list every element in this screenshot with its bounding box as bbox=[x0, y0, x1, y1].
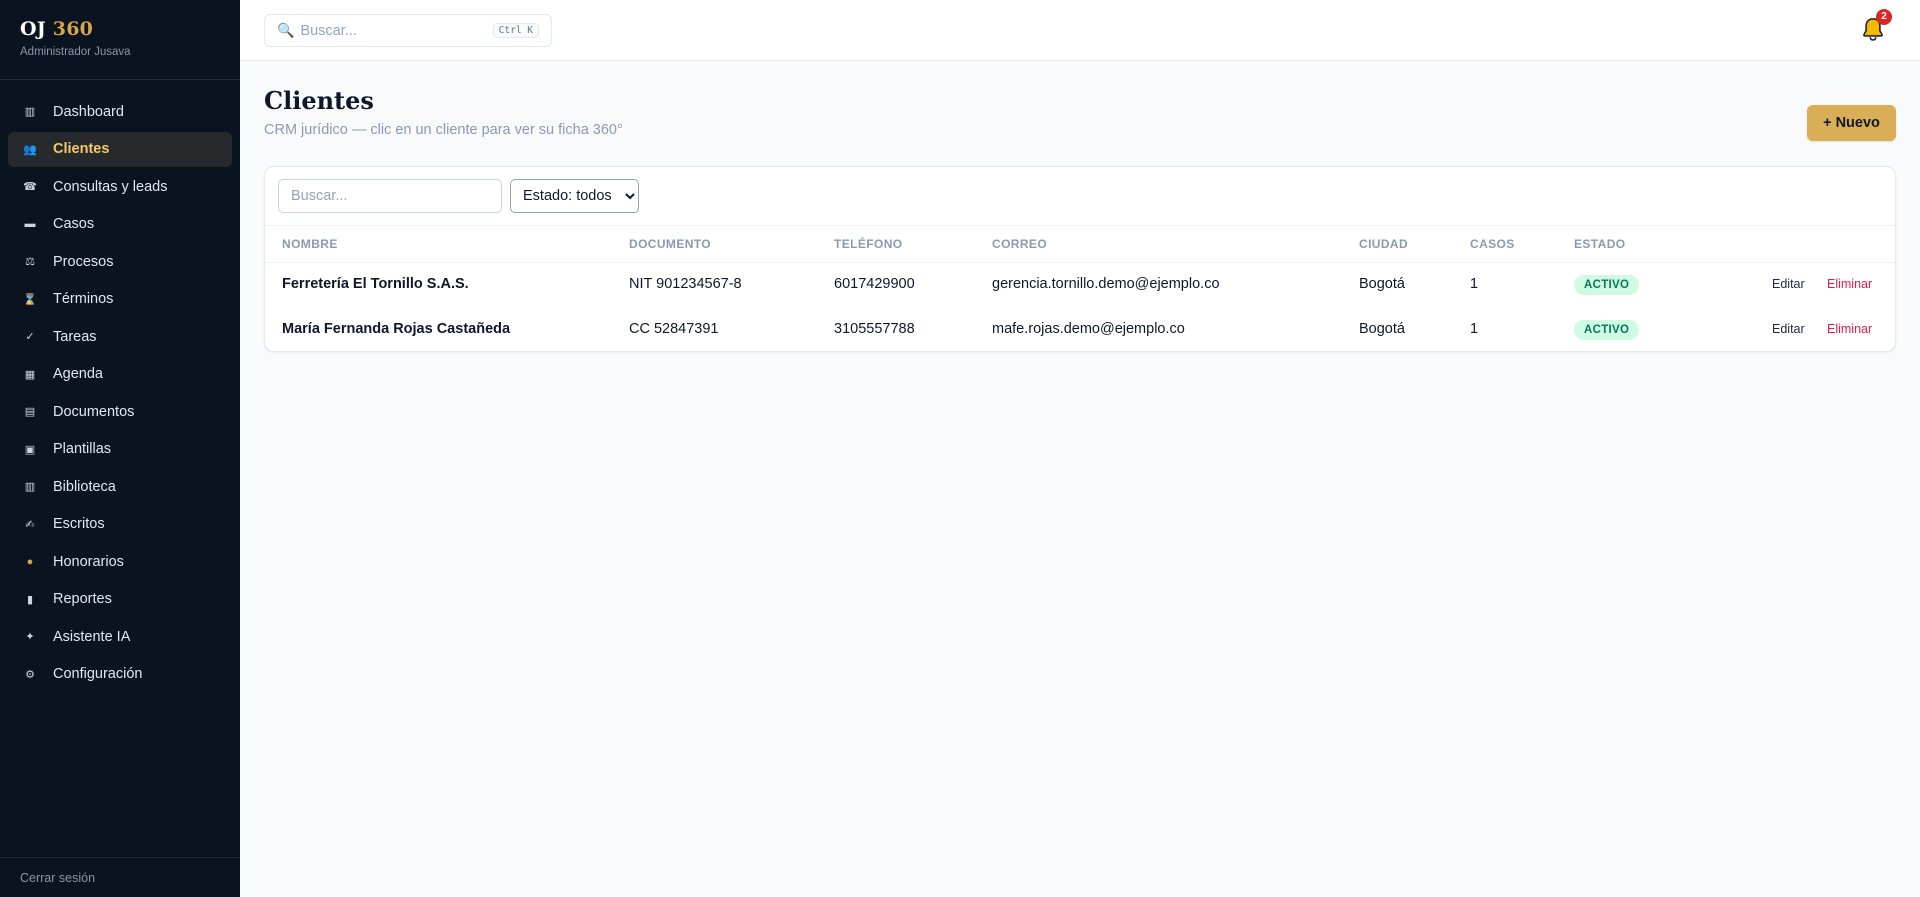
status-badge: ACTIVO bbox=[1574, 320, 1640, 340]
sidebar-item-label: Asistente IA bbox=[53, 628, 131, 645]
client-document: CC 52847391 bbox=[629, 321, 719, 337]
sidebar-item-label: Términos bbox=[53, 291, 114, 307]
logo-text: OJ bbox=[20, 18, 46, 40]
page-title: Clientes bbox=[264, 86, 374, 115]
sidebar-item-honorarios[interactable]: ● Honorarios bbox=[8, 544, 232, 579]
sidebar: OJ 360 Administrador Jusava ▥ Dashboard 👥… bbox=[0, 0, 240, 897]
sidebar-item-label: Casos bbox=[53, 216, 95, 232]
hourglass-icon: ⌛ bbox=[23, 293, 37, 306]
sidebar-item-clientes[interactable]: 👥 Clientes bbox=[8, 131, 232, 167]
clipboard-icon: ▣ bbox=[24, 443, 36, 456]
global-search-input[interactable] bbox=[300, 22, 493, 39]
bar-chart-icon: ▮ bbox=[26, 593, 34, 606]
calendar-icon: ▦ bbox=[24, 368, 36, 381]
column-header-casos[interactable]: CASOS bbox=[1470, 237, 1515, 251]
edit-button[interactable]: Editar bbox=[1772, 277, 1805, 291]
column-header-ciudad[interactable]: CIUDAD bbox=[1359, 237, 1408, 251]
gear-icon: ⚙ bbox=[25, 668, 35, 681]
client-city: Bogotá bbox=[1359, 276, 1405, 292]
sidebar-item-biblioteca[interactable]: ▥ Biblioteca bbox=[8, 469, 232, 504]
client-phone: 3105557788 bbox=[834, 321, 915, 337]
dashboard-icon: ▥ bbox=[24, 106, 36, 118]
sidebar-item-label: Tareas bbox=[53, 328, 97, 345]
table-row[interactable]: Ferretería El Tornillo S.A.S. NIT 901234… bbox=[265, 263, 1895, 308]
sidebar-item-label: Documentos bbox=[53, 403, 135, 420]
sidebar-item-plantillas[interactable]: ▣ Plantillas bbox=[8, 432, 232, 467]
global-search[interactable]: 🔍 Ctrl K bbox=[264, 14, 552, 47]
client-name[interactable]: María Fernanda Rojas Castañeda bbox=[282, 321, 510, 337]
sidebar-item-label: Configuración bbox=[53, 666, 143, 682]
column-header-estado[interactable]: ESTADO bbox=[1574, 237, 1626, 251]
clients-card: Estado: todos NOMBRE DOCUMENTO TELÉFONO … bbox=[264, 166, 1896, 352]
sidebar-nav: ▥ Dashboard 👥 Clientes ☎ Consultas y leads … bbox=[0, 80, 240, 692]
sparkle-icon: ✦ bbox=[25, 631, 35, 643]
delete-button[interactable]: Eliminar bbox=[1827, 322, 1872, 336]
clients-search-input[interactable] bbox=[278, 179, 502, 213]
phone-icon: ☎ bbox=[23, 181, 37, 193]
column-header-correo[interactable]: CORREO bbox=[992, 237, 1047, 251]
client-phone: 6017429900 bbox=[834, 276, 915, 292]
column-header-documento[interactable]: DOCUMENTO bbox=[629, 237, 711, 251]
app-logo[interactable]: OJ 360 bbox=[20, 18, 220, 40]
edit-button[interactable]: Editar bbox=[1772, 322, 1805, 336]
sidebar-item-terminos[interactable]: ⌛ Términos bbox=[8, 282, 232, 317]
sidebar-item-consultas[interactable]: ☎ Consultas y leads bbox=[8, 169, 232, 204]
sidebar-item-documentos[interactable]: ▤ Documentos bbox=[8, 394, 232, 429]
brand: OJ 360 Administrador Jusava bbox=[0, 0, 240, 80]
client-name[interactable]: Ferretería El Tornillo S.A.S. bbox=[282, 276, 469, 292]
sidebar-item-escritos[interactable]: ✍ Escritos bbox=[8, 507, 232, 542]
new-client-button[interactable]: + Nuevo bbox=[1807, 105, 1896, 141]
column-header-telefono[interactable]: TELÉFONO bbox=[834, 237, 903, 251]
sidebar-item-label: Clientes bbox=[53, 141, 110, 157]
sidebar-item-asistente-ia[interactable]: ✦ Asistente IA bbox=[8, 619, 232, 654]
client-email: mafe.rojas.demo@ejemplo.co bbox=[992, 321, 1185, 337]
scales-icon: ⚖ bbox=[25, 256, 35, 268]
sidebar-item-label: Reportes bbox=[53, 591, 112, 607]
topbar: 🔍 Ctrl K 2 bbox=[240, 0, 1920, 61]
logo-accent: 360 bbox=[52, 18, 94, 40]
page-subtitle: CRM jurídico — clic en un cliente para v… bbox=[264, 122, 623, 138]
table-row[interactable]: María Fernanda Rojas Castañeda CC 528473… bbox=[265, 308, 1895, 353]
sidebar-item-label: Agenda bbox=[53, 366, 103, 382]
sidebar-item-procesos[interactable]: ⚖ Procesos bbox=[8, 244, 232, 279]
money-bag-icon: ● bbox=[26, 555, 34, 568]
divider bbox=[265, 225, 1895, 226]
delete-button[interactable]: Eliminar bbox=[1827, 277, 1872, 291]
client-city: Bogotá bbox=[1359, 321, 1405, 337]
sidebar-item-configuracion[interactable]: ⚙ Configuración bbox=[8, 657, 232, 692]
client-cases-count: 1 bbox=[1470, 276, 1479, 292]
sidebar-item-label: Procesos bbox=[53, 253, 114, 270]
writing-hand-icon: ✍ bbox=[25, 518, 35, 531]
sidebar-item-casos[interactable]: ▬ Casos bbox=[8, 207, 232, 242]
user-role: Administrador Jusava bbox=[20, 46, 131, 58]
document-icon: ▤ bbox=[24, 406, 36, 418]
checkmark-icon: ✓ bbox=[25, 331, 35, 343]
sidebar-item-agenda[interactable]: ▦ Agenda bbox=[8, 357, 232, 392]
status-badge: ACTIVO bbox=[1574, 275, 1640, 295]
sidebar-item-label: Dashboard bbox=[53, 103, 124, 120]
sidebar-item-label: Honorarios bbox=[53, 553, 124, 570]
client-email: gerencia.tornillo.demo@ejemplo.co bbox=[992, 276, 1220, 292]
shortcut-hint: Ctrl K bbox=[492, 23, 539, 38]
users-icon: 👥 bbox=[23, 143, 37, 156]
status-filter-select[interactable]: Estado: todos bbox=[510, 179, 639, 213]
books-icon: ▥ bbox=[24, 481, 36, 493]
sidebar-item-label: Consultas y leads bbox=[53, 178, 168, 195]
column-header-nombre[interactable]: NOMBRE bbox=[282, 237, 338, 251]
briefcase-icon: ▬ bbox=[24, 218, 36, 230]
sidebar-item-label: Plantillas bbox=[53, 441, 112, 457]
notifications-button[interactable]: 2 bbox=[1858, 9, 1892, 45]
logout-link[interactable]: Cerrar sesión bbox=[0, 857, 240, 897]
client-document: NIT 901234567-8 bbox=[629, 276, 742, 292]
search-icon: 🔍 bbox=[277, 22, 295, 38]
sidebar-item-reportes[interactable]: ▮ Reportes bbox=[8, 582, 232, 617]
sidebar-item-tareas[interactable]: ✓ Tareas bbox=[8, 319, 232, 354]
client-cases-count: 1 bbox=[1470, 321, 1479, 337]
sidebar-item-dashboard[interactable]: ▥ Dashboard bbox=[8, 94, 232, 129]
notification-count-badge: 2 bbox=[1876, 9, 1892, 25]
sidebar-item-label: Escritos bbox=[53, 516, 105, 532]
sidebar-item-label: Biblioteca bbox=[53, 478, 116, 495]
